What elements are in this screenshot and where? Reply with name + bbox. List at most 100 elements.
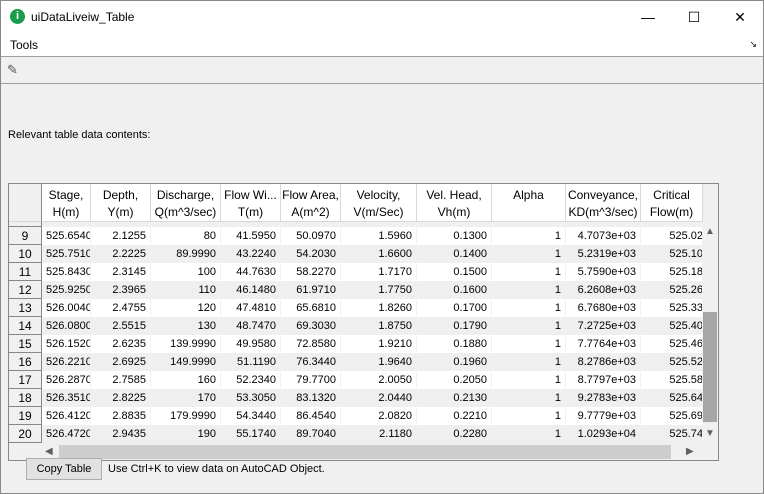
table-cell[interactable]: 49.9580 <box>221 335 281 353</box>
row-header[interactable]: 11 <box>9 263 42 281</box>
table-cell[interactable]: 2.0050 <box>341 371 417 389</box>
table-cell[interactable]: 44.7630 <box>221 263 281 281</box>
table-cell[interactable]: 0.1700 <box>417 299 492 317</box>
column-header[interactable]: Conveyance, KD(m^3/sec) <box>566 184 641 222</box>
table-cell[interactable]: 1.9210 <box>341 335 417 353</box>
table-cell[interactable]: 525.33 <box>626 299 702 317</box>
table-cell[interactable]: 86.4540 <box>281 407 341 425</box>
table-cell[interactable]: 1 <box>492 353 566 371</box>
table-cell[interactable]: 525.69 <box>626 407 702 425</box>
scroll-right-icon[interactable]: ▶ <box>686 446 694 457</box>
table-cell[interactable]: 1 <box>492 263 566 281</box>
table-cell[interactable]: 1 <box>492 317 566 335</box>
table-cell[interactable]: 2.4755 <box>91 299 151 317</box>
table-cell[interactable]: 0.2130 <box>417 389 492 407</box>
table-cell[interactable]: 525.10 <box>626 245 702 263</box>
table-cell[interactable]: 1 <box>492 299 566 317</box>
menu-tools[interactable]: Tools <box>10 38 38 52</box>
scroll-up-icon[interactable]: ▲ <box>705 226 715 237</box>
horizontal-scroll-thumb[interactable] <box>59 445 671 459</box>
table-cell[interactable]: 525.9250 <box>42 281 91 299</box>
table-cell[interactable]: 2.5515 <box>91 317 151 335</box>
table-cell[interactable]: 2.1180 <box>341 425 417 443</box>
table-cell[interactable]: 526.0800 <box>42 317 91 335</box>
table-cell[interactable]: 79.7700 <box>281 371 341 389</box>
table-cell[interactable]: 1.8260 <box>341 299 417 317</box>
table-cell[interactable]: 0.2280 <box>417 425 492 443</box>
table-cell[interactable]: 2.6925 <box>91 353 151 371</box>
table-cell[interactable]: 0.2210 <box>417 407 492 425</box>
vertical-scrollbar[interactable]: ▲ ▼ <box>702 222 718 444</box>
table-cell[interactable]: 58.2270 <box>281 263 341 281</box>
table-cell[interactable]: 526.0040 <box>42 299 91 317</box>
table-cell[interactable]: 2.0820 <box>341 407 417 425</box>
row-header[interactable]: 9 <box>9 227 42 245</box>
copy-table-button[interactable]: Copy Table <box>26 458 102 480</box>
table-cell[interactable]: 526.3510 <box>42 389 91 407</box>
table-cell[interactable]: 2.6235 <box>91 335 151 353</box>
table-cell[interactable]: 2.2225 <box>91 245 151 263</box>
table-cell[interactable]: 41.5950 <box>221 227 281 245</box>
table-cell[interactable]: 525.52 <box>626 353 702 371</box>
table-cell[interactable]: 526.2210 <box>42 353 91 371</box>
table-cell[interactable]: 0.1600 <box>417 281 492 299</box>
table-cell[interactable]: 1.7170 <box>341 263 417 281</box>
table-cell[interactable]: 526.4120 <box>42 407 91 425</box>
column-header[interactable]: Depth, Y(m) <box>91 184 151 222</box>
table-cell[interactable]: 526.1520 <box>42 335 91 353</box>
row-header[interactable]: 20 <box>9 425 42 443</box>
table-corner[interactable] <box>9 184 42 222</box>
table-cell[interactable]: 525.64 <box>626 389 702 407</box>
table-cell[interactable]: 50.0970 <box>281 227 341 245</box>
table-cell[interactable]: 0.1500 <box>417 263 492 281</box>
table-cell[interactable]: 46.1480 <box>221 281 281 299</box>
scroll-left-icon[interactable]: ◀ <box>45 446 53 457</box>
table-cell[interactable]: 89.7040 <box>281 425 341 443</box>
row-header[interactable]: 14 <box>9 317 42 335</box>
table-cell[interactable]: 1 <box>492 389 566 407</box>
scroll-down-icon[interactable]: ▼ <box>705 428 715 439</box>
table-cell[interactable]: 1 <box>492 335 566 353</box>
column-header[interactable]: Stage, H(m) <box>42 184 91 222</box>
table-cell[interactable]: 120 <box>151 299 221 317</box>
table-cell[interactable]: 1.9640 <box>341 353 417 371</box>
table-cell[interactable]: 2.8835 <box>91 407 151 425</box>
table-cell[interactable]: 48.7470 <box>221 317 281 335</box>
row-header[interactable]: 12 <box>9 281 42 299</box>
table-cell[interactable]: 53.3050 <box>221 389 281 407</box>
table-cell[interactable]: 52.2340 <box>221 371 281 389</box>
table-cell[interactable]: 525.18 <box>626 263 702 281</box>
table-cell[interactable]: 525.02 <box>626 227 702 245</box>
column-header[interactable]: Flow Wi... T(m) <box>221 184 281 222</box>
column-header[interactable]: Flow Area, A(m^2) <box>281 184 341 222</box>
table-cell[interactable]: 170 <box>151 389 221 407</box>
table-cell[interactable]: 54.2030 <box>281 245 341 263</box>
table-cell[interactable]: 160 <box>151 371 221 389</box>
table-cell[interactable]: 110 <box>151 281 221 299</box>
table-cell[interactable]: 1 <box>492 281 566 299</box>
table-cell[interactable]: 1 <box>492 227 566 245</box>
table-cell[interactable]: 0.1300 <box>417 227 492 245</box>
table-cell[interactable]: 525.7510 <box>42 245 91 263</box>
table-cell[interactable]: 43.2240 <box>221 245 281 263</box>
table-cell[interactable]: 525.40 <box>626 317 702 335</box>
table-cell[interactable]: 1 <box>492 371 566 389</box>
close-button[interactable]: ✕ <box>717 1 763 33</box>
column-header[interactable]: Vel. Head, Vh(m) <box>417 184 492 222</box>
table-cell[interactable]: 0.2050 <box>417 371 492 389</box>
table-cell[interactable]: 51.1190 <box>221 353 281 371</box>
table-cell[interactable]: 0.1400 <box>417 245 492 263</box>
table-cell[interactable]: 0.1880 <box>417 335 492 353</box>
row-header[interactable]: 10 <box>9 245 42 263</box>
maximize-button[interactable]: ☐ <box>671 1 717 33</box>
table-cell[interactable]: 83.1320 <box>281 389 341 407</box>
table-cell[interactable]: 525.46 <box>626 335 702 353</box>
table-cell[interactable]: 2.0440 <box>341 389 417 407</box>
row-header[interactable]: 18 <box>9 389 42 407</box>
row-header[interactable]: 13 <box>9 299 42 317</box>
row-header[interactable]: 15 <box>9 335 42 353</box>
table-cell[interactable]: 525.26 <box>626 281 702 299</box>
table-cell[interactable]: 526.2870 <box>42 371 91 389</box>
column-header[interactable]: Discharge, Q(m^3/sec) <box>151 184 221 222</box>
table-cell[interactable]: 65.6810 <box>281 299 341 317</box>
